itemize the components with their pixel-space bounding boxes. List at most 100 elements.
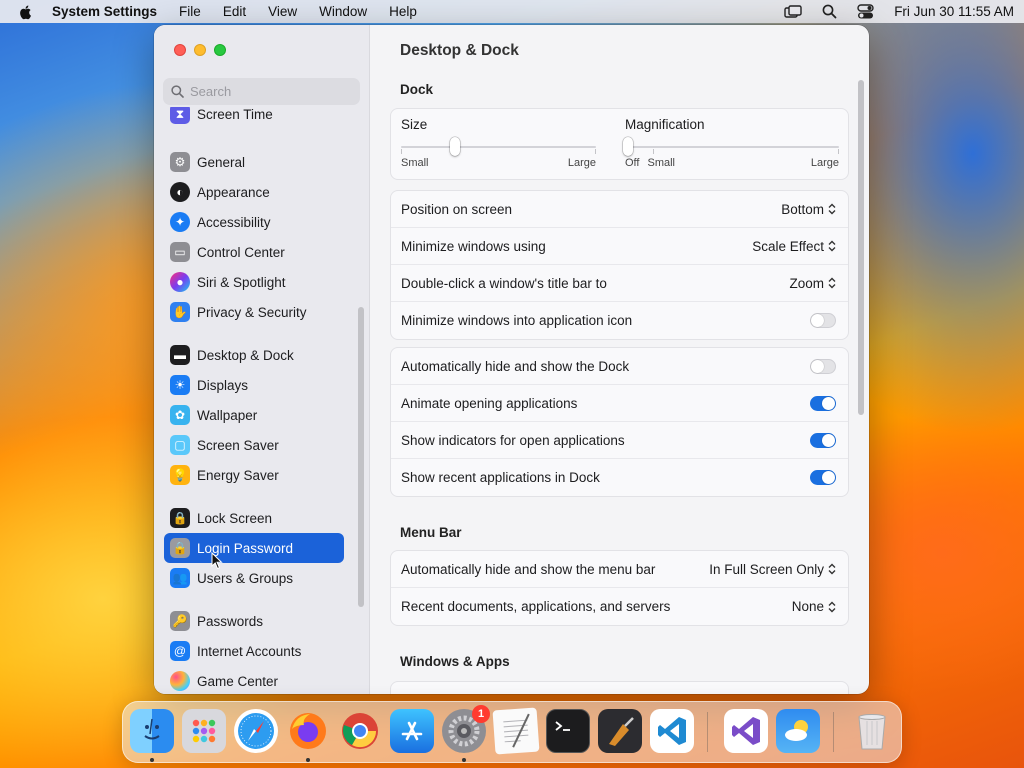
sidebar-item-control-center[interactable]: ▭ Control Center	[164, 237, 344, 267]
firefox-icon[interactable]	[286, 709, 330, 753]
sidebar-item-screen-time[interactable]: ⧗ Screen Time	[164, 107, 344, 129]
magnification-min-label: Small	[647, 157, 675, 169]
sidebar-item-privacy-security[interactable]: ✋ Privacy & Security	[164, 297, 344, 327]
sidebar-item-general[interactable]: ⚙ General	[164, 147, 344, 177]
apple-logo-icon[interactable]	[18, 4, 34, 20]
magnification-slider-title: Magnification	[625, 117, 705, 132]
size-slider-track[interactable]	[401, 137, 596, 156]
trash-icon[interactable]	[850, 709, 894, 753]
firefox-running-dot	[306, 758, 310, 762]
sidebar-item-energy-saver[interactable]: 💡 Energy Saver	[164, 460, 344, 490]
sidebar-list: ⧗ Screen Time ⚙ General ◐ Appearance ✦ A…	[154, 107, 370, 694]
size-slider-block: Size Small Large	[401, 117, 596, 169]
menu-view[interactable]: View	[268, 4, 297, 19]
control-center-menu-icon[interactable]	[857, 4, 874, 19]
minimize-button[interactable]	[194, 44, 206, 56]
sidebar-item-lock-screen[interactable]: 🔒 Lock Screen	[164, 503, 344, 533]
appearance-icon: ◐	[170, 182, 190, 202]
size-slider-title: Size	[401, 117, 428, 132]
terminal-icon[interactable]	[546, 709, 590, 753]
sidebar-item-users-groups[interactable]: 👥 Users & Groups	[164, 563, 344, 593]
hand-icon: ✋	[170, 302, 190, 322]
row-show-recent-apps: Show recent applications in Dock	[391, 459, 848, 496]
sidebar-item-siri-spotlight[interactable]: ● Siri & Spotlight	[164, 267, 344, 297]
menu-file[interactable]: File	[179, 4, 201, 19]
menu-help[interactable]: Help	[389, 4, 417, 19]
menu-app-name[interactable]: System Settings	[52, 4, 157, 19]
sidebar-item-displays[interactable]: ☀ Displays	[164, 370, 344, 400]
sidebar-item-login-password[interactable]: 🔒 Login Password	[164, 533, 344, 563]
settings-running-dot	[462, 758, 466, 762]
magnification-slider-track[interactable]	[623, 137, 839, 156]
auto-hide-menu-bar-popup[interactable]: In Full Screen Only	[709, 562, 836, 577]
main-scrollbar[interactable]	[858, 80, 864, 415]
dock-options-group: Position on screen Bottom Minimize windo…	[390, 190, 849, 340]
page-title: Desktop & Dock	[400, 42, 519, 59]
weather-icon[interactable]	[776, 709, 820, 753]
chrome-icon[interactable]	[338, 709, 382, 753]
auto-hide-dock-toggle[interactable]	[810, 358, 836, 374]
vscode-icon[interactable]	[650, 709, 694, 753]
sidebar-item-internet-accounts[interactable]: @ Internet Accounts	[164, 636, 344, 666]
sidebar-item-game-center[interactable]: Game Center	[164, 666, 344, 694]
dock-toggles-group: Automatically hide and show the Dock Ani…	[390, 347, 849, 497]
visual-studio-icon[interactable]	[724, 709, 768, 753]
menu-bar-group: Automatically hide and show the menu bar…	[390, 550, 849, 626]
control-center-icon: ▭	[170, 242, 190, 262]
accessibility-icon: ✦	[170, 212, 190, 232]
sidebar-item-accessibility[interactable]: ✦ Accessibility	[164, 207, 344, 237]
menu-window[interactable]: Window	[319, 4, 367, 19]
chevron-up-down-icon	[828, 240, 836, 252]
windows-apps-group	[390, 681, 849, 694]
double-click-popup[interactable]: Zoom	[789, 276, 836, 291]
minimize-into-icon-toggle[interactable]	[810, 313, 836, 328]
finder-icon[interactable]	[130, 709, 174, 753]
spotlight-search-icon[interactable]	[822, 4, 837, 19]
chevron-up-down-icon	[828, 601, 836, 612]
dock-separator	[833, 712, 834, 752]
magnification-off-label: Off	[625, 157, 640, 169]
textedit-icon[interactable]	[492, 707, 540, 755]
magnification-slider-thumb[interactable]	[623, 137, 633, 156]
safari-icon[interactable]	[234, 709, 278, 753]
size-slider-thumb[interactable]	[450, 137, 461, 156]
dock-separator	[707, 712, 708, 752]
animate-opening-toggle[interactable]	[810, 395, 836, 411]
desktop-dock-icon: ▬	[170, 345, 190, 365]
close-button[interactable]	[174, 44, 186, 56]
sidebar-item-desktop-dock[interactable]: ▬ Desktop & Dock	[164, 340, 344, 370]
dock: 1	[122, 701, 902, 763]
screen-mirroring-icon[interactable]	[784, 4, 802, 19]
instruments-icon[interactable]	[598, 709, 642, 753]
row-double-click-title-bar: Double-click a window's title bar to Zoo…	[391, 265, 848, 302]
dock-sliders-group: Size Small Large Magnification Off Small…	[390, 108, 849, 180]
chevron-up-down-icon	[828, 277, 836, 289]
zoom-button[interactable]	[214, 44, 226, 56]
search-input[interactable]	[190, 84, 340, 99]
launchpad-icon[interactable]	[182, 709, 226, 753]
sidebar-scrollbar[interactable]	[358, 307, 364, 607]
recent-documents-popup[interactable]: None	[792, 599, 836, 614]
at-icon: @	[170, 641, 190, 661]
settings-badge: 1	[472, 705, 490, 723]
menu-clock[interactable]: Fri Jun 30 11:55 AM	[894, 4, 1014, 19]
chevron-up-down-icon	[828, 203, 836, 215]
system-settings-icon[interactable]: 1	[442, 705, 490, 753]
menu-edit[interactable]: Edit	[223, 4, 246, 19]
app-store-icon[interactable]	[390, 709, 434, 753]
mouse-cursor-icon	[211, 552, 223, 570]
sidebar-item-appearance[interactable]: ◐ Appearance	[164, 177, 344, 207]
row-minimize-into-icon: Minimize windows into application icon	[391, 302, 848, 339]
position-popup[interactable]: Bottom	[781, 202, 836, 217]
minimize-effect-popup[interactable]: Scale Effect	[752, 239, 836, 254]
users-icon: 👥	[170, 568, 190, 588]
sidebar-item-passwords[interactable]: 🔑 Passwords	[164, 606, 344, 636]
section-dock-heading: Dock	[400, 82, 434, 97]
section-windows-apps-heading: Windows & Apps	[400, 654, 510, 669]
show-indicators-toggle[interactable]	[810, 432, 836, 448]
search-field[interactable]	[163, 78, 360, 105]
show-recent-apps-toggle[interactable]	[810, 470, 836, 485]
sidebar-item-screen-saver[interactable]: ▢ Screen Saver	[164, 430, 344, 460]
window-controls	[174, 44, 226, 56]
sidebar-item-wallpaper[interactable]: ✿ Wallpaper	[164, 400, 344, 430]
